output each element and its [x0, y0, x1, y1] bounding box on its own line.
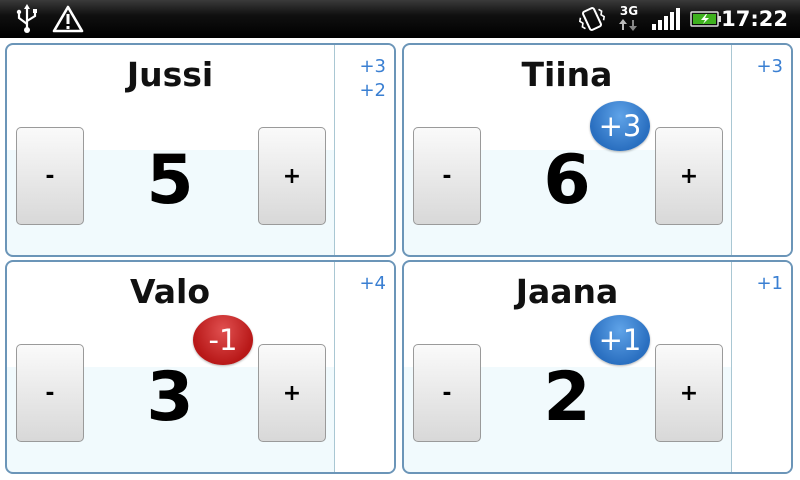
battery-charging-icon — [690, 0, 722, 38]
status-bar: 3G 17:22 — [0, 0, 800, 38]
history-item: +1 — [756, 273, 783, 294]
vibrate-icon — [578, 0, 606, 38]
score-history: +1 — [731, 262, 791, 472]
score-value: 5 — [146, 141, 194, 220]
warning-icon — [52, 0, 84, 38]
score-history: +3 +2 — [334, 45, 394, 255]
history-item: +3 — [756, 56, 783, 77]
decrement-button[interactable]: - — [413, 127, 481, 225]
score-value: 2 — [543, 358, 591, 437]
player-card-valo: Valo - 3 -1 + +4 — [5, 260, 396, 474]
increment-button[interactable]: + — [258, 344, 326, 442]
score-change-badge: -1 — [193, 315, 253, 365]
history-item: +4 — [359, 273, 386, 294]
increment-button[interactable]: + — [655, 344, 723, 442]
player-name: Jussi — [126, 55, 214, 94]
score-change-badge: +3 — [590, 101, 650, 151]
player-card-tiina: Tiina - 6 +3 + +3 — [402, 43, 793, 257]
decrement-button[interactable]: - — [16, 127, 84, 225]
increment-button[interactable]: + — [258, 127, 326, 225]
score-value: 3 — [146, 358, 194, 437]
player-name: Jaana — [515, 272, 619, 311]
clock: 17:22 — [721, 7, 788, 31]
player-name: Valo — [130, 272, 210, 311]
score-change-badge: +1 — [590, 315, 650, 365]
score-history: +3 — [731, 45, 791, 255]
usb-icon — [14, 0, 40, 38]
signal-icon — [652, 0, 682, 38]
player-name: Tiina — [521, 55, 613, 94]
decrement-button[interactable]: - — [413, 344, 481, 442]
player-card-jaana: Jaana - 2 +1 + +1 — [402, 260, 793, 474]
score-history: +4 — [334, 262, 394, 472]
history-item: +3 — [359, 56, 386, 77]
increment-button[interactable]: + — [655, 127, 723, 225]
score-value: 6 — [543, 141, 591, 220]
decrement-button[interactable]: - — [16, 344, 84, 442]
player-card-jussi: Jussi - 5 + +3 +2 — [5, 43, 396, 257]
player-grid: Jussi - 5 + +3 +2 Tiina - 6 +3 + +3 Valo… — [0, 38, 800, 480]
network-3g-icon: 3G — [618, 2, 640, 36]
history-item: +2 — [359, 80, 386, 101]
